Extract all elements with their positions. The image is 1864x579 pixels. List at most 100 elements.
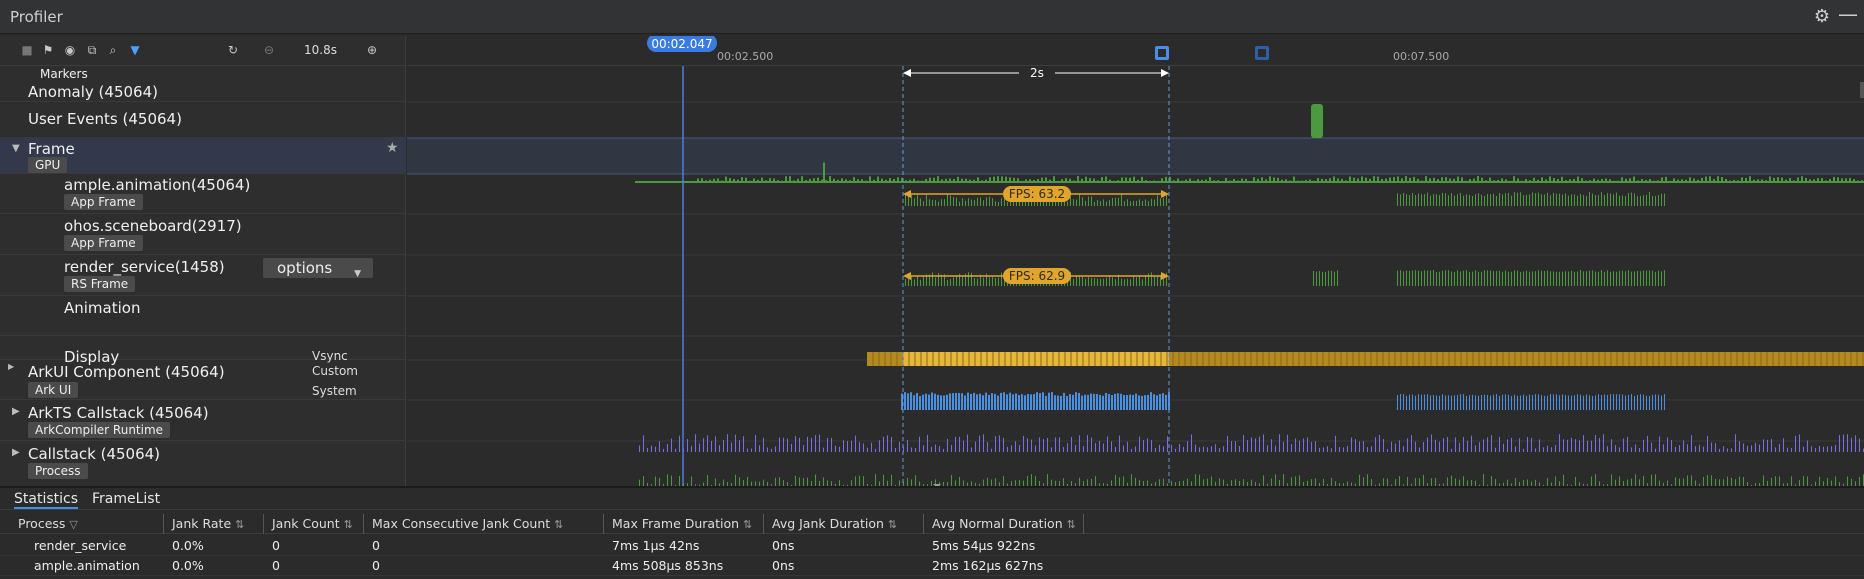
collapse-icon[interactable]: ▼ — [12, 143, 20, 154]
record-icon[interactable]: ◉ — [63, 43, 77, 57]
rs-frame-bar — [1619, 270, 1620, 286]
sort-icon[interactable]: ⇅ — [743, 518, 752, 531]
callstack-row[interactable]: ▶ Callstack (45064) Process — [0, 441, 406, 486]
column-max-frame-duration[interactable]: Max Frame Duration ⇅ — [604, 514, 764, 534]
callstack-bar — [1731, 477, 1732, 486]
callstack-bar — [1135, 477, 1136, 486]
sort-icon[interactable]: ⇅ — [1067, 518, 1076, 531]
expand-icon[interactable]: ▶ — [12, 406, 20, 417]
callstack-bar — [1383, 478, 1384, 486]
gpu-bar — [1277, 177, 1279, 182]
gpu-bar — [1609, 179, 1611, 182]
arkts-bar — [679, 435, 680, 452]
gear-icon[interactable]: ⚙ — [1814, 6, 1830, 27]
arkts-bar — [1523, 448, 1524, 452]
star-icon[interactable]: ★ — [386, 140, 399, 156]
sceneboard-row[interactable]: ohos.sceneboard(2917) App Frame — [0, 214, 406, 255]
render-service-row[interactable]: render_service(1458) RS Frame options ▼ — [0, 255, 406, 296]
display-row[interactable]: Display Vsync — [0, 336, 406, 366]
search-icon[interactable]: ⌕ — [106, 43, 120, 57]
sort-icon[interactable]: ⇅ — [554, 518, 563, 531]
zoom-in-icon[interactable]: ⊕ — [365, 43, 379, 57]
animation-row[interactable]: Animation — [0, 296, 406, 336]
rs-frame-bar — [1454, 271, 1455, 286]
app-frame-bar — [1166, 194, 1167, 206]
arkui-bar — [1114, 393, 1116, 410]
arkts-bar — [727, 434, 728, 452]
arkts-bar — [743, 436, 744, 452]
arkts-bar — [731, 442, 732, 452]
rs-frame-bar — [1145, 275, 1146, 286]
timeline-canvas[interactable]: 00:02.047 2s FPS: 63.2 FPS: 62.9 — [407, 36, 1864, 486]
column-process[interactable]: Process ▽ — [10, 514, 164, 534]
arkts-bar — [1403, 446, 1404, 452]
tab-statistics[interactable]: Statistics — [14, 491, 78, 509]
arkts-bar — [755, 434, 756, 452]
table-row[interactable]: render_service 0.0% 0 0 7ms 1µs 42ns 0ns… — [0, 536, 1864, 556]
stop-icon[interactable]: ■ — [20, 43, 34, 57]
callstack-bar — [1447, 477, 1448, 486]
gpu-bar — [789, 176, 791, 182]
arkui-bar — [1511, 395, 1512, 410]
arkts-bar — [919, 436, 920, 452]
gpu-bar — [721, 180, 723, 182]
app-frame-bar — [1664, 193, 1665, 206]
user-event-mark[interactable] — [1311, 104, 1323, 138]
arkts-bar — [811, 437, 812, 452]
app-frame-bar — [968, 198, 969, 206]
gpu-bar — [1601, 178, 1603, 182]
cell-max-frame: 4ms 508µs 853ns — [612, 558, 724, 573]
column-jank-count[interactable]: Jank Count ⇅ — [264, 514, 364, 534]
gpu-bar — [913, 178, 915, 182]
ample-animation-row[interactable]: ample.animation(45064) App Frame — [0, 174, 406, 214]
rs-frame-bar — [953, 277, 954, 286]
arkts-bar — [1579, 440, 1580, 452]
gpu-bar — [1281, 179, 1283, 182]
arkts-bar — [767, 447, 768, 452]
flag-icon[interactable]: ⚑ — [41, 43, 55, 57]
arkui-bar — [1487, 394, 1488, 410]
column-avg-jank-duration[interactable]: Avg Jank Duration ⇅ — [764, 514, 924, 534]
user-events-row[interactable]: User Events (45064) — [0, 102, 406, 138]
table-row[interactable]: ample.animation 0.0% 0 0 4ms 508µs 853ns… — [0, 556, 1864, 576]
gpu-bar — [1585, 180, 1587, 182]
reset-zoom-icon[interactable]: ↻ — [226, 43, 240, 57]
arkui-bar — [1003, 392, 1005, 410]
tab-framelist[interactable]: FrameList — [92, 491, 160, 507]
column-avg-normal-duration[interactable]: Avg Normal Duration ⇅ — [924, 514, 1084, 534]
capture-icon[interactable]: ⧉ — [85, 43, 99, 57]
anomaly-row[interactable]: Anomaly (45064) — [0, 82, 406, 102]
timeline-panel[interactable]: 00:02.500 00:07.500 00:02.047 2s FPS: 63… — [407, 36, 1864, 486]
column-jank-rate[interactable]: Jank Rate ⇅ — [164, 514, 264, 534]
sort-icon[interactable]: ⇅ — [344, 518, 353, 531]
gpu-bar — [1489, 177, 1491, 182]
expand-icon[interactable]: ▶ — [12, 447, 20, 458]
rs-frame-bar — [1637, 270, 1638, 286]
rs-frame-bar — [1076, 276, 1077, 286]
arkui-bar — [946, 394, 948, 410]
gpu-bar — [725, 176, 727, 182]
filter-icon[interactable]: ▽ — [69, 518, 77, 531]
zoom-out-icon[interactable]: ⊖ — [262, 43, 276, 57]
frame-row[interactable]: ▼ Frame GPU ★ — [0, 138, 406, 174]
options-dropdown[interactable]: options ▼ — [263, 258, 373, 279]
arkts-callstack-row[interactable]: ▶ ArkTS Callstack (45064) ArkCompiler Ru… — [0, 400, 406, 441]
arkui-row[interactable]: ▶ ArkUI Component (45064) Ark UI Custom … — [0, 360, 406, 400]
arkts-bar — [1255, 438, 1256, 452]
column-max-consecutive[interactable]: Max Consecutive Jank Count ⇅ — [364, 514, 604, 534]
arkui-bar — [1093, 393, 1095, 410]
filter-icon[interactable]: ▼ — [128, 43, 142, 57]
gpu-bar — [1069, 178, 1071, 182]
sort-icon[interactable]: ⇅ — [235, 518, 244, 531]
expand-icon[interactable]: ▶ — [8, 362, 14, 371]
sort-icon[interactable]: ⇅ — [888, 518, 897, 531]
rs-frame-bar — [1331, 270, 1332, 286]
arkui-bar — [1159, 394, 1161, 410]
arkts-bar — [1239, 445, 1240, 452]
arkui-bar — [1066, 395, 1068, 410]
arkui-bar — [1156, 395, 1158, 410]
app-frame-bar — [1151, 198, 1152, 206]
rs-frame-bar — [956, 275, 957, 286]
callstack-bar — [1047, 474, 1048, 486]
minimize-icon[interactable]: — — [1838, 2, 1858, 26]
